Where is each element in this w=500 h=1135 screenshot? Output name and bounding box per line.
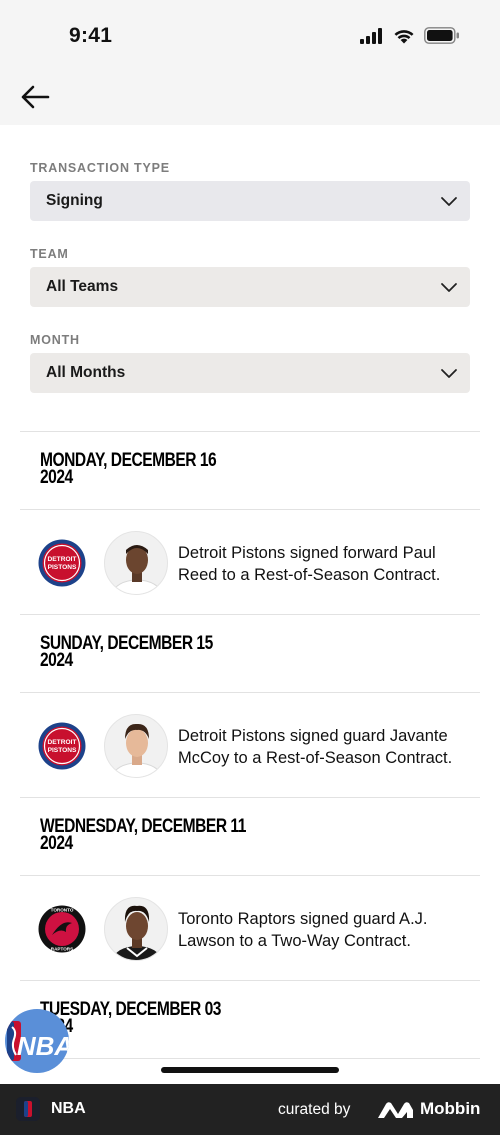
transaction-row[interactable]: TORONTO RAPTORS Toronto Raptors signed g…: [20, 875, 480, 980]
date-header-day: TUESDAY, DECEMBER 03: [40, 999, 221, 1020]
team-select[interactable]: All Teams: [30, 267, 470, 307]
curated-by-label: curated by: [278, 1101, 351, 1118]
date-header: WEDNESDAY, DECEMBER 11 2024: [20, 797, 480, 875]
date-header: SUNDAY, DECEMBER 15 2024: [20, 614, 480, 692]
date-header: TUESDAY, DECEMBER 03 2024: [20, 980, 480, 1058]
date-header-day: MONDAY, DECEMBER 16: [40, 450, 217, 471]
chevron-down-icon: [441, 197, 457, 206]
toronto-raptors-logo: TORONTO RAPTORS: [38, 905, 86, 953]
back-arrow-icon[interactable]: [18, 80, 52, 114]
nba-logo-text: NBA: [17, 1031, 69, 1061]
date-header-year: 2024: [40, 1017, 401, 1036]
footer-bar: NBA curated by Mobbin: [0, 1084, 500, 1135]
detroit-pistons-logo: DETROIT PISTONS: [38, 539, 86, 587]
team-value: All Teams: [46, 278, 119, 295]
team-logo-text-top: TORONTO: [51, 908, 74, 913]
cellular-signal-icon: [360, 27, 382, 44]
date-header-year: 2024: [40, 833, 73, 854]
date-header-year: 2024: [40, 650, 73, 671]
home-indicator: [161, 1067, 339, 1073]
filters-panel: TRANSACTION TYPE Signing TEAM All Teams …: [0, 125, 500, 393]
team-logo-text-top: DETROIT: [48, 556, 77, 563]
team-logo-text-top: DETROIT: [48, 739, 77, 746]
nav-bar: [0, 70, 500, 125]
player-headshot: [104, 531, 168, 595]
transaction-row[interactable]: DETROIT PISTONS Detroit Pistons signed g…: [20, 692, 480, 797]
transaction-type-select[interactable]: Signing: [30, 181, 470, 221]
nba-app-icon: [16, 1097, 40, 1121]
team-logo-text-bottom: PISTONS: [48, 747, 77, 754]
status-icons: [360, 27, 460, 44]
transaction-text: Detroit Pistons signed guard Javante McC…: [178, 727, 453, 767]
month-label: MONTH: [30, 333, 80, 347]
battery-icon: [424, 27, 459, 44]
player-headshot: [104, 897, 168, 961]
team-logo-text-bottom: RAPTORS: [51, 947, 73, 952]
mobbin-brand-name[interactable]: Mobbin: [420, 1099, 480, 1119]
footer-app-name: NBA: [51, 1100, 86, 1117]
transaction-type-label: TRANSACTION TYPE: [30, 161, 170, 175]
date-header-year: 2024: [40, 467, 73, 488]
transaction-row[interactable]: DETROIT PISTONS Detroit Pistons signed f…: [20, 509, 480, 614]
team-logo-text-bottom: PISTONS: [48, 564, 77, 571]
transaction-text: Toronto Raptors signed guard A.J. Lawson…: [178, 910, 428, 950]
chevron-down-icon: [441, 369, 457, 378]
chevron-down-icon: [441, 283, 457, 292]
player-headshot: [104, 714, 168, 778]
team-label: TEAM: [30, 247, 69, 261]
date-header-day: WEDNESDAY, DECEMBER 11: [40, 816, 246, 837]
mobbin-logo-icon: [378, 1102, 413, 1118]
transactions-list: MONDAY, DECEMBER 16 2024 DETROIT PISTONS…: [20, 431, 480, 1088]
status-bar: 9:41: [0, 0, 500, 70]
month-value: All Months: [46, 364, 126, 381]
nba-logo-icon: NBA: [7, 1021, 69, 1061]
transaction-type-value: Signing: [46, 192, 103, 209]
date-header-day: SUNDAY, DECEMBER 15: [40, 633, 213, 654]
status-time: 9:41: [69, 24, 113, 47]
wifi-icon: [394, 29, 414, 43]
detroit-pistons-logo: DETROIT PISTONS: [38, 722, 86, 770]
date-header: MONDAY, DECEMBER 16 2024: [20, 431, 480, 509]
month-select[interactable]: All Months: [30, 353, 470, 393]
transaction-text: Detroit Pistons signed forward Paul Reed…: [178, 544, 441, 584]
nba-floating-badge[interactable]: NBA: [5, 1009, 69, 1073]
